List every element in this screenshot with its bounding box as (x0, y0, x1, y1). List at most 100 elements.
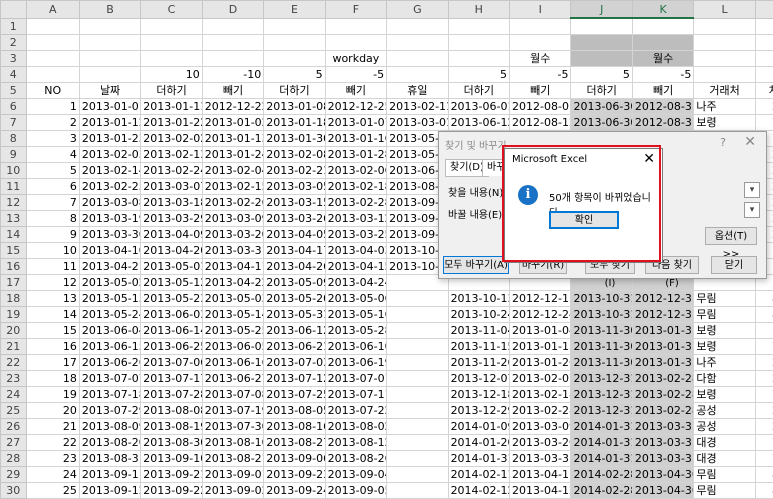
cell-G25[interactable] (387, 403, 448, 419)
cell-C18[interactable]: 2013-05-23 (141, 291, 202, 307)
cell-H30[interactable]: 2014-02-12 (448, 483, 509, 499)
cell-L1[interactable] (694, 18, 755, 35)
row-header[interactable]: 6 (1, 99, 27, 115)
cell-K29[interactable]: 2013-04-30 (632, 467, 693, 483)
cell-H27[interactable]: 2014-01-20 (448, 435, 509, 451)
cell-D5[interactable]: 빼기 (202, 83, 263, 99)
cell-E18[interactable]: 2013-05-20 (264, 291, 325, 307)
cell-L2[interactable] (694, 35, 755, 51)
cell-B11[interactable]: 2013-02-25 (79, 179, 140, 195)
cell-G5[interactable]: 휴일 (387, 83, 448, 99)
row-header[interactable]: 14 (1, 227, 27, 243)
column-header-H[interactable]: H (448, 1, 509, 19)
cell-C12[interactable]: 2013-03-18 (141, 195, 202, 211)
cell-I25[interactable]: 2013-02-28 (510, 403, 571, 419)
replace-dropdown-icon[interactable]: ▾ (744, 202, 760, 218)
cell-L22[interactable]: 나주 (694, 355, 755, 371)
cell-F10[interactable]: 2013-02-06 (325, 163, 386, 179)
cell-J7[interactable]: 2013-06-30 (571, 115, 632, 131)
cell-H7[interactable]: 2013-06-12 (448, 115, 509, 131)
cell-E15[interactable]: 2013-04-17 (264, 243, 325, 259)
cell-I24[interactable]: 2013-02-18 (510, 387, 571, 403)
cell-K4[interactable]: -5 (632, 67, 693, 83)
cell-I30[interactable]: 2013-04-12 (510, 483, 571, 499)
cell-F1[interactable] (325, 18, 386, 35)
cell-E6[interactable]: 2013-01-08 (264, 99, 325, 115)
cell-H6[interactable]: 2013-06-01 (448, 99, 509, 115)
cell-D15[interactable]: 2013-03-31 (202, 243, 263, 259)
cell-C21[interactable]: 2013-06-25 (141, 339, 202, 355)
cell-M23[interactable]: 2328 (755, 371, 773, 387)
help-icon[interactable]: ? (720, 136, 726, 149)
cell-H4[interactable]: 5 (448, 67, 509, 83)
cell-G28[interactable] (387, 451, 448, 467)
cell-G27[interactable] (387, 435, 448, 451)
cell-B28[interactable]: 2013-08-31 (79, 451, 140, 467)
cell-D9[interactable]: 2013-01-24 (202, 147, 263, 163)
cell-C15[interactable]: 2013-04-20 (141, 243, 202, 259)
row-header[interactable]: 22 (1, 355, 27, 371)
cell-J4[interactable]: 5 (571, 67, 632, 83)
cell-C30[interactable]: 2013-09-22 (141, 483, 202, 499)
row-header[interactable]: 1 (1, 18, 27, 35)
cell-F4[interactable]: -5 (325, 67, 386, 83)
cell-F12[interactable]: 2013-02-28 (325, 195, 386, 211)
cell-C13[interactable]: 2013-03-29 (141, 211, 202, 227)
cell-M18[interactable]: 8251 (755, 291, 773, 307)
cell-I21[interactable]: 2013-01-15 (510, 339, 571, 355)
cell-K19[interactable]: 2012-12-31 (632, 307, 693, 323)
ok-button[interactable]: 확인 (549, 211, 619, 229)
row-header[interactable]: 9 (1, 147, 27, 163)
cell-A18[interactable]: 13 (26, 291, 79, 307)
cell-F26[interactable]: 2013-08-02 (325, 419, 386, 435)
cell-C9[interactable]: 2013-02-13 (141, 147, 202, 163)
cell-M26[interactable]: 2328 (755, 419, 773, 435)
cell-E16[interactable]: 2013-04-26 (264, 259, 325, 275)
cell-A30[interactable]: 25 (26, 483, 79, 499)
cell-E9[interactable]: 2013-02-08 (264, 147, 325, 163)
cell-D25[interactable]: 2013-07-19 (202, 403, 263, 419)
cell-C17[interactable]: 2013-05-12 (141, 275, 202, 291)
cell-D8[interactable]: 2013-01-13 (202, 131, 263, 147)
cell-F3[interactable]: workday (325, 51, 386, 67)
row-header[interactable]: 2 (1, 35, 27, 51)
cell-A2[interactable] (26, 35, 79, 51)
cell-E13[interactable]: 2013-03-26 (264, 211, 325, 227)
cell-E29[interactable]: 2013-09-23 (264, 467, 325, 483)
message-close-icon[interactable]: ✕ (643, 151, 655, 167)
row-header[interactable]: 23 (1, 371, 27, 387)
cell-K22[interactable]: 2013-01-31 (632, 355, 693, 371)
row-header[interactable]: 26 (1, 419, 27, 435)
cell-C24[interactable]: 2013-07-28 (141, 387, 202, 403)
cell-C6[interactable]: 2013-01-11 (141, 99, 202, 115)
cell-J29[interactable]: 2014-02-28 (571, 467, 632, 483)
cell-M30[interactable]: 8251 (755, 483, 773, 499)
cell-A17[interactable]: 12 (26, 275, 79, 291)
cell-C16[interactable]: 2013-05-01 (141, 259, 202, 275)
replace-all-button[interactable]: 모두 바꾸기(A) (443, 256, 509, 274)
cell-A14[interactable]: 9 (26, 227, 79, 243)
cell-A20[interactable]: 15 (26, 323, 79, 339)
cell-K20[interactable]: 2013-01-31 (632, 323, 693, 339)
row-header[interactable]: 17 (1, 275, 27, 291)
cell-M3[interactable] (755, 51, 773, 67)
cell-G2[interactable] (387, 35, 448, 51)
cell-E22[interactable]: 2013-07-03 (264, 355, 325, 371)
cell-D1[interactable] (202, 18, 263, 35)
cell-E12[interactable]: 2013-03-15 (264, 195, 325, 211)
cell-G26[interactable] (387, 419, 448, 435)
row-header[interactable]: 21 (1, 339, 27, 355)
cell-H2[interactable] (448, 35, 509, 51)
cell-I2[interactable] (510, 35, 571, 51)
column-header-B[interactable]: B (79, 1, 140, 19)
row-header[interactable]: 4 (1, 67, 27, 83)
cell-A28[interactable]: 23 (26, 451, 79, 467)
cell-B26[interactable]: 2013-08-09 (79, 419, 140, 435)
row-header[interactable]: 10 (1, 163, 27, 179)
cell-F18[interactable]: 2013-05-06 (325, 291, 386, 307)
cell-H1[interactable] (448, 18, 509, 35)
cell-M21[interactable]: 7436 (755, 339, 773, 355)
cell-C1[interactable] (141, 18, 202, 35)
cell-K26[interactable]: 2013-03-31 (632, 419, 693, 435)
cell-E26[interactable]: 2013-08-16 (264, 419, 325, 435)
